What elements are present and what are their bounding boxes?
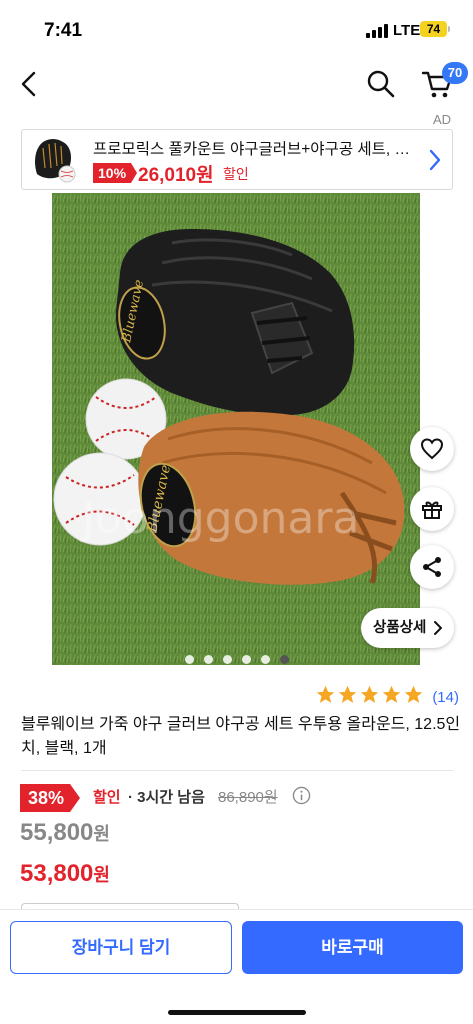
pagination-dot[interactable] <box>203 655 213 664</box>
star-icon <box>382 685 401 703</box>
ad-banner[interactable]: 프로모릭스 풀카운트 야구글러브+야구공 세트, 블랙 10% 26,010원 … <box>21 129 453 190</box>
price-sale-value: 53,800 <box>20 860 94 887</box>
star-icon <box>316 685 335 703</box>
product-title: 블루웨이브 가죽 야구 글러브 야구공 세트 우투용 올라운드, 12.5인치,… <box>21 716 461 757</box>
home-indicator <box>168 1010 306 1015</box>
price-regular: 55,800원 <box>20 819 110 847</box>
star-rating <box>314 684 424 710</box>
network-label: LTE <box>393 22 421 39</box>
share-button[interactable] <box>410 545 454 589</box>
star-icon <box>404 685 423 703</box>
header: 70 <box>0 60 473 110</box>
product-image[interactable]: Bluewave Bluewave Joonggonara <box>52 193 420 665</box>
heart-icon <box>420 438 444 460</box>
search-icon[interactable] <box>365 68 397 100</box>
signal-icon <box>366 24 388 38</box>
original-price: 86,890원 <box>218 789 278 806</box>
battery-icon: 74 <box>420 21 447 37</box>
pagination-dot[interactable] <box>260 655 270 664</box>
wishlist-button[interactable] <box>410 427 454 471</box>
buy-now-button[interactable]: 바로구매 <box>242 921 463 974</box>
gift-button[interactable] <box>410 487 454 531</box>
image-pagination-dots <box>0 651 473 664</box>
info-icon[interactable] <box>292 786 311 805</box>
price-sale: 53,800원 <box>20 860 110 888</box>
pagination-dot[interactable] <box>241 655 251 664</box>
sale-time-left: · 3시간 남음 <box>128 789 205 806</box>
ad-title: 프로모릭스 풀카운트 야구글러브+야구공 세트, 블랙 <box>93 141 423 158</box>
ad-price: 26,010원 <box>138 165 214 186</box>
share-icon <box>423 557 441 577</box>
bottom-action-bar: 장바구니 담기 바로구매 <box>0 909 473 1024</box>
status-bar: 7:41 LTE 74 <box>0 0 473 56</box>
pagination-dot[interactable] <box>184 655 194 664</box>
chevron-left-icon[interactable] <box>14 68 46 100</box>
review-count[interactable]: (14) <box>432 689 459 706</box>
pagination-dot-active[interactable] <box>279 655 289 664</box>
ad-product-thumbnail <box>27 134 81 186</box>
product-detail-button[interactable]: 상품상세 <box>361 608 454 648</box>
rating[interactable]: (14) <box>314 684 459 706</box>
sale-label: 할인 <box>93 789 121 806</box>
product-detail-label: 상품상세 <box>373 620 427 636</box>
divider <box>21 770 453 771</box>
price-regular-unit: 원 <box>93 824 110 844</box>
chevron-right-icon <box>434 621 442 635</box>
price-regular-value: 55,800 <box>20 819 94 846</box>
ad-label: AD <box>432 112 451 127</box>
star-icon <box>360 685 379 703</box>
cart-count-badge: 70 <box>442 62 468 84</box>
star-icon <box>338 685 357 703</box>
pagination-dot[interactable] <box>222 655 232 664</box>
add-to-cart-button[interactable]: 장바구니 담기 <box>10 921 232 974</box>
watermark-text: Joonggonara <box>79 493 359 544</box>
battery-tip <box>448 26 450 32</box>
gift-icon <box>422 501 442 519</box>
price-sale-unit: 원 <box>93 865 110 885</box>
status-time: 7:41 <box>44 20 83 41</box>
ad-discount-badge: 10% <box>93 163 138 183</box>
chevron-right-icon[interactable] <box>428 148 442 172</box>
discount-rate-badge: 38% <box>20 784 81 812</box>
ad-sale-label: 할인 <box>223 166 249 182</box>
